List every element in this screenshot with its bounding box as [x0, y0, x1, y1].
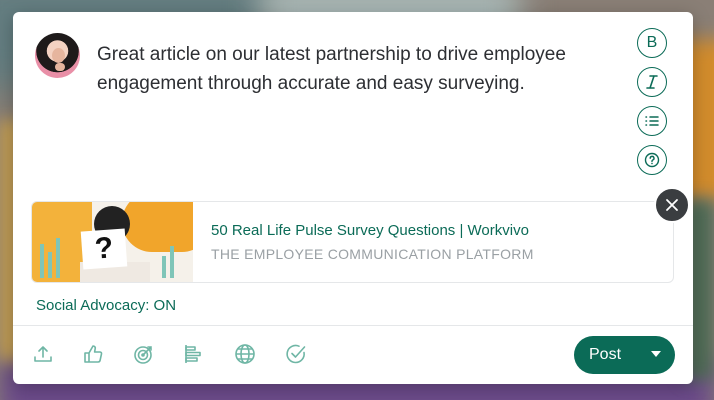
link-subtitle: THE EMPLOYEE COMMUNICATION PLATFORM [211, 246, 534, 262]
visibility-button[interactable] [233, 342, 257, 366]
avatar [35, 33, 80, 78]
close-icon [666, 199, 678, 211]
remove-link-button[interactable] [654, 187, 690, 223]
target-icon [134, 346, 152, 364]
thumbs-up-icon [84, 345, 103, 363]
list-button[interactable] [637, 106, 667, 136]
post-button-label: Post [589, 346, 622, 363]
link-thumbnail: ? [32, 202, 193, 282]
poll-button[interactable] [182, 342, 206, 366]
check-circle-icon [286, 344, 306, 364]
globe-icon [235, 344, 255, 364]
upload-icon [34, 346, 52, 362]
bold-button[interactable]: B [637, 28, 667, 58]
italic-button[interactable] [637, 67, 667, 97]
social-advocacy-toggle[interactable]: Social Advocacy: ON [36, 297, 176, 314]
post-button[interactable]: Post [574, 336, 675, 374]
link-preview-card[interactable]: ? 50 Real Life Pulse Survey Questions | … [31, 201, 674, 283]
italic-icon [646, 75, 658, 89]
divider [13, 325, 693, 326]
chevron-down-icon[interactable] [651, 351, 661, 357]
bold-icon: B [646, 34, 658, 51]
question-mark-sign-image: ? [80, 228, 128, 270]
post-composer-modal: Great article on our latest partnership … [13, 12, 693, 384]
help-icon [644, 152, 660, 168]
list-icon [645, 116, 659, 126]
post-text-input[interactable]: Great article on our latest partnership … [97, 40, 597, 98]
align-left-icon [185, 345, 201, 363]
approve-button[interactable] [284, 342, 308, 366]
help-button[interactable] [637, 145, 667, 175]
link-title[interactable]: 50 Real Life Pulse Survey Questions | Wo… [211, 222, 529, 239]
goal-button[interactable] [132, 342, 156, 366]
like-button[interactable] [81, 342, 105, 366]
upload-button[interactable] [31, 342, 55, 366]
